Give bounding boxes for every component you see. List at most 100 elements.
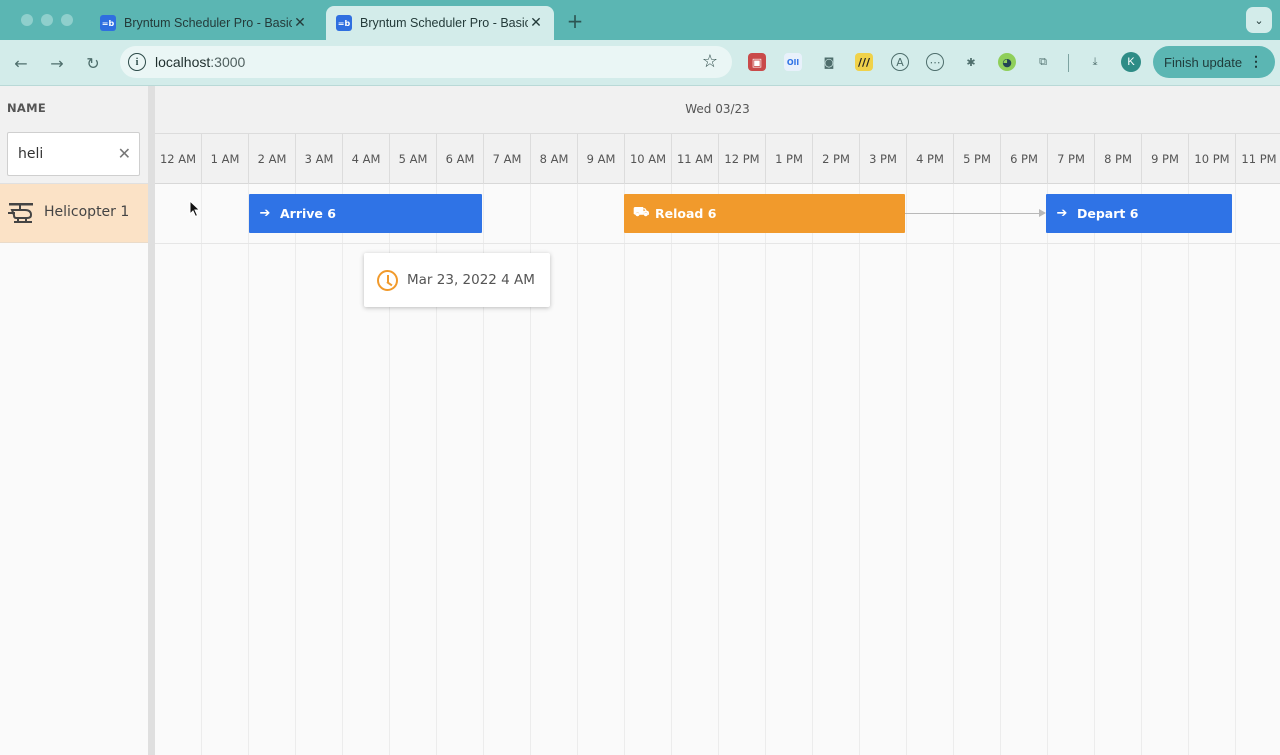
- resource-name: Helicopter 1: [44, 204, 130, 220]
- hour-gridline: [201, 184, 202, 755]
- hour-header-cell: 8 PM: [1095, 134, 1142, 184]
- hour-gridline: [624, 184, 625, 755]
- profile-avatar[interactable]: K: [1121, 52, 1141, 72]
- dependency-arrow-icon: [1039, 209, 1046, 217]
- grid-splitter[interactable]: [148, 86, 155, 755]
- more-menu-icon[interactable]: ⋮: [1249, 53, 1263, 69]
- tooltip-text: Mar 23, 2022 4 AM: [407, 272, 535, 288]
- url-text: localhost:3000: [155, 54, 245, 70]
- hour-gridline: [671, 184, 672, 755]
- bryntum-favicon: =b: [336, 15, 352, 31]
- browser-tab-strip: =b Bryntum Scheduler Pro - Basic ✕ =b Br…: [0, 0, 1280, 40]
- hour-gridline: [812, 184, 813, 755]
- bug-extension-icon[interactable]: ✱: [962, 53, 980, 71]
- hour-header-cell: 1 AM: [202, 134, 249, 184]
- site-info-icon[interactable]: i: [128, 53, 146, 71]
- hour-gridline: [1047, 184, 1048, 755]
- hour-gridline: [295, 184, 296, 755]
- resource-row[interactable]: Helicopter 1: [0, 184, 148, 243]
- finish-update-button[interactable]: Finish update ⋮: [1153, 46, 1275, 78]
- hour-header-cell: 2 PM: [813, 134, 860, 184]
- hour-header-cell: 1 PM: [766, 134, 813, 184]
- hour-gridline: [718, 184, 719, 755]
- toolbar-divider: [1068, 54, 1069, 72]
- hour-gridline: [1094, 184, 1095, 755]
- extension-icon[interactable]: ◕: [998, 53, 1016, 71]
- finish-update-label: Finish update: [1164, 54, 1243, 70]
- hour-gridline: [953, 184, 954, 755]
- hour-gridline: [1188, 184, 1189, 755]
- hour-header-cell: 5 AM: [390, 134, 437, 184]
- close-tab-icon[interactable]: ✕: [528, 15, 544, 31]
- event-label: Reload 6: [655, 206, 717, 221]
- hour-gridline: [577, 184, 578, 755]
- event-label: Depart 6: [1077, 206, 1139, 221]
- clear-filter-icon[interactable]: ✕: [118, 144, 131, 163]
- bookmark-star-icon[interactable]: ☆: [702, 51, 718, 72]
- hour-header-cell: 2 AM: [249, 134, 296, 184]
- name-column-header: NAME heli ✕: [0, 86, 148, 184]
- window-zoom-dot[interactable]: [61, 14, 73, 26]
- browser-tab-active[interactable]: =b Bryntum Scheduler Pro - Basic ✕: [326, 6, 554, 40]
- tab-search-chevron-icon[interactable]: ⌄: [1246, 7, 1272, 33]
- hour-header-cell: 4 AM: [343, 134, 390, 184]
- hour-gridline: [1235, 184, 1236, 755]
- hour-header-cell: 10 AM: [625, 134, 672, 184]
- bryntum-favicon: =b: [100, 15, 116, 31]
- extension-icon[interactable]: A: [891, 53, 909, 71]
- url-host: localhost: [155, 54, 211, 70]
- close-tab-icon[interactable]: ✕: [292, 15, 308, 31]
- arrow-right-icon: ➔: [259, 206, 271, 221]
- event-reload-6[interactable]: ⛟ Reload 6: [624, 194, 905, 233]
- day-header-label: Wed 03/23: [685, 102, 750, 116]
- hour-header-cell: 3 AM: [296, 134, 343, 184]
- hour-gridline: [906, 184, 907, 755]
- column-header-label[interactable]: NAME: [7, 101, 46, 115]
- timeline-header: Wed 03/23 12 AM 1 AM 2 AM 3 AM 4 AM 5 AM 6 AM 7…: [155, 86, 1280, 184]
- window-close-dot[interactable]: [21, 14, 33, 26]
- camera-extension-icon[interactable]: ◙: [820, 53, 838, 71]
- dependency-line[interactable]: [905, 213, 1040, 214]
- mouse-cursor-icon: [189, 200, 201, 218]
- hour-header-cell: 3 PM: [860, 134, 907, 184]
- row-divider: [155, 243, 1280, 244]
- hour-header-cell: 10 PM: [1189, 134, 1236, 184]
- filter-value[interactable]: heli: [18, 146, 43, 162]
- hour-header-cell: 7 PM: [1048, 134, 1095, 184]
- event-depart-6[interactable]: ➔ Depart 6: [1046, 194, 1232, 233]
- extensions-puzzle-icon[interactable]: ⧉: [1034, 53, 1052, 71]
- hour-header-cell: 12 AM: [155, 134, 202, 184]
- helicopter-icon: [8, 203, 33, 223]
- truck-loading-icon: ⛟: [633, 205, 650, 220]
- extension-icon[interactable]: ///: [855, 53, 873, 71]
- hour-gridline: [248, 184, 249, 755]
- event-arrive-6[interactable]: ➔ Arrive 6: [249, 194, 482, 233]
- extension-icon[interactable]: ⋯: [926, 53, 944, 71]
- browser-tab[interactable]: =b Bryntum Scheduler Pro - Basic ✕: [90, 6, 318, 40]
- tab-title: Bryntum Scheduler Pro - Basic: [360, 16, 528, 30]
- window-minimize-dot[interactable]: [41, 14, 53, 26]
- name-filter-field[interactable]: heli ✕: [7, 132, 140, 176]
- hour-header-cell: 9 PM: [1142, 134, 1189, 184]
- download-icon[interactable]: ⤓: [1086, 53, 1104, 71]
- hour-header-cell: 11 AM: [672, 134, 719, 184]
- browser-toolbar: ← → ↻ i localhost:3000 ☆ ▣ Oll ◙ /// A ⋯…: [0, 40, 1280, 86]
- hour-gridline: [342, 184, 343, 755]
- hour-header-cell: 7 AM: [484, 134, 531, 184]
- new-tab-button[interactable]: +: [566, 9, 584, 33]
- hour-gridline: [1141, 184, 1142, 755]
- reload-icon[interactable]: ↻: [80, 50, 106, 76]
- forward-arrow-icon[interactable]: →: [44, 50, 70, 76]
- hour-header-cell: 5 PM: [954, 134, 1001, 184]
- hour-header-cell: 9 AM: [578, 134, 625, 184]
- extension-icon[interactable]: ▣: [748, 53, 766, 71]
- hour-header-cell: 6 AM: [437, 134, 484, 184]
- address-bar[interactable]: i localhost:3000 ☆: [120, 46, 732, 78]
- hour-header-cell: 8 AM: [531, 134, 578, 184]
- extension-icon[interactable]: Oll: [784, 53, 802, 71]
- back-arrow-icon[interactable]: ←: [8, 50, 34, 76]
- url-port: :3000: [210, 54, 246, 70]
- hour-gridline: [1000, 184, 1001, 755]
- hour-header-cell: 6 PM: [1001, 134, 1048, 184]
- event-label: Arrive 6: [280, 206, 336, 221]
